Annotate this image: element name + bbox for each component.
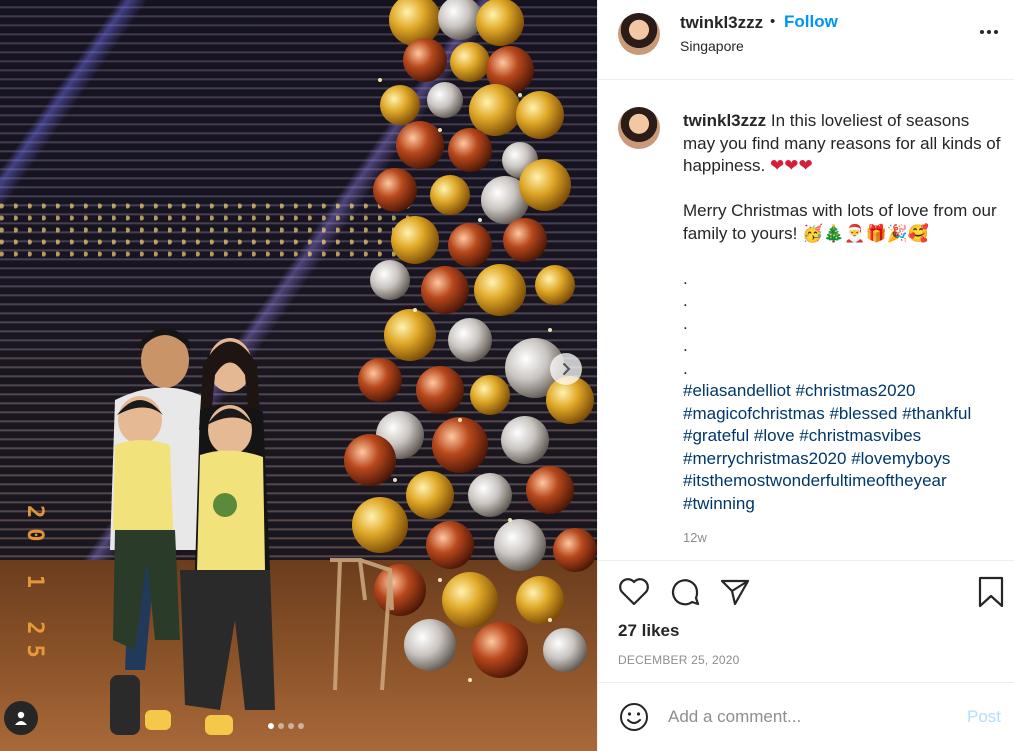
hashtag-link[interactable]: #christmasvibes: [799, 426, 921, 445]
carousel-dot: [288, 723, 294, 729]
carousel-dot-active: [268, 723, 274, 729]
comment-bar: Post: [598, 682, 1014, 751]
carousel-next-button[interactable]: [550, 353, 582, 385]
location-link[interactable]: Singapore: [680, 38, 744, 54]
caption-dot: .: [683, 336, 688, 355]
avatar[interactable]: [618, 13, 660, 55]
hashtag-link[interactable]: #twinning: [683, 494, 755, 513]
caption-dot: .: [683, 358, 688, 378]
bookmark-icon[interactable]: [974, 575, 1008, 609]
post-photo[interactable]: 20 1 25: [0, 0, 597, 751]
hashtag-link[interactable]: #thankful: [902, 404, 971, 423]
smiley-icon[interactable]: [618, 701, 650, 733]
post-header: twinkl3zzz • Follow Singapore: [598, 0, 1014, 80]
separator-dot: •: [770, 13, 776, 30]
caption-dot: .: [683, 291, 688, 310]
hashtag-link[interactable]: #grateful: [683, 426, 749, 445]
hashtag-link[interactable]: #merrychristmas2020: [683, 449, 846, 468]
more-options-icon[interactable]: [980, 30, 998, 34]
follow-button[interactable]: Follow: [784, 12, 838, 32]
hashtag-link[interactable]: #eliasandelliot: [683, 381, 791, 400]
christmas-ornament-tree: [330, 0, 597, 691]
hashtag-link[interactable]: #lovemyboys: [851, 449, 950, 468]
post-caption: twinkl3zzz In this loveliest of seasons …: [598, 80, 1014, 560]
hashtag-link[interactable]: #magicofchristmas: [683, 404, 825, 423]
caption-username[interactable]: twinkl3zzz: [683, 111, 766, 130]
tagged-users-button[interactable]: [4, 701, 38, 735]
hearts-emoji: ❤❤❤: [769, 156, 813, 176]
photo-timestamp: 20 1 25: [22, 505, 47, 668]
caption-avatar[interactable]: [618, 107, 660, 149]
comment-input[interactable]: [668, 703, 948, 731]
paper-plane-icon[interactable]: [718, 575, 752, 609]
caption-time-ago[interactable]: 12w: [683, 530, 707, 545]
caption-line-2: Merry Christmas with lots of love from o…: [683, 201, 997, 244]
carousel-dot: [298, 723, 304, 729]
header-username[interactable]: twinkl3zzz: [680, 13, 763, 33]
post-date: DECEMBER 25, 2020: [618, 653, 740, 667]
caption-text: twinkl3zzz In this loveliest of seasons …: [683, 110, 1003, 515]
celebration-emojis: 🥳🎄🎅🎁🎉🥰: [802, 223, 930, 244]
caption-dot: .: [683, 268, 688, 288]
hashtag-link[interactable]: #love: [754, 426, 795, 445]
family-photo-subjects: [110, 328, 275, 735]
user-tag-icon: [15, 711, 27, 725]
comment-bubble-icon[interactable]: [668, 575, 702, 609]
hashtag-link[interactable]: #itsthemostwonderfultimeoftheyear: [683, 471, 947, 490]
likes-count[interactable]: 27 likes: [618, 621, 679, 641]
heart-icon[interactable]: [617, 575, 651, 609]
carousel-indicator: [268, 723, 304, 729]
caption-dot: .: [683, 313, 688, 333]
post-comment-button[interactable]: Post: [967, 707, 1001, 727]
hashtag-link[interactable]: #christmas2020: [795, 381, 915, 400]
post-side-panel: twinkl3zzz • Follow Singapore twinkl3zzz…: [597, 0, 1014, 751]
chevron-right-icon: [563, 363, 571, 375]
carousel-dot: [278, 723, 284, 729]
post-actions: 27 likes DECEMBER 25, 2020: [598, 560, 1014, 682]
hashtag-block: #eliasandelliot #christmas2020 #magicofc…: [683, 380, 1003, 515]
hashtag-link[interactable]: #blessed: [829, 404, 897, 423]
